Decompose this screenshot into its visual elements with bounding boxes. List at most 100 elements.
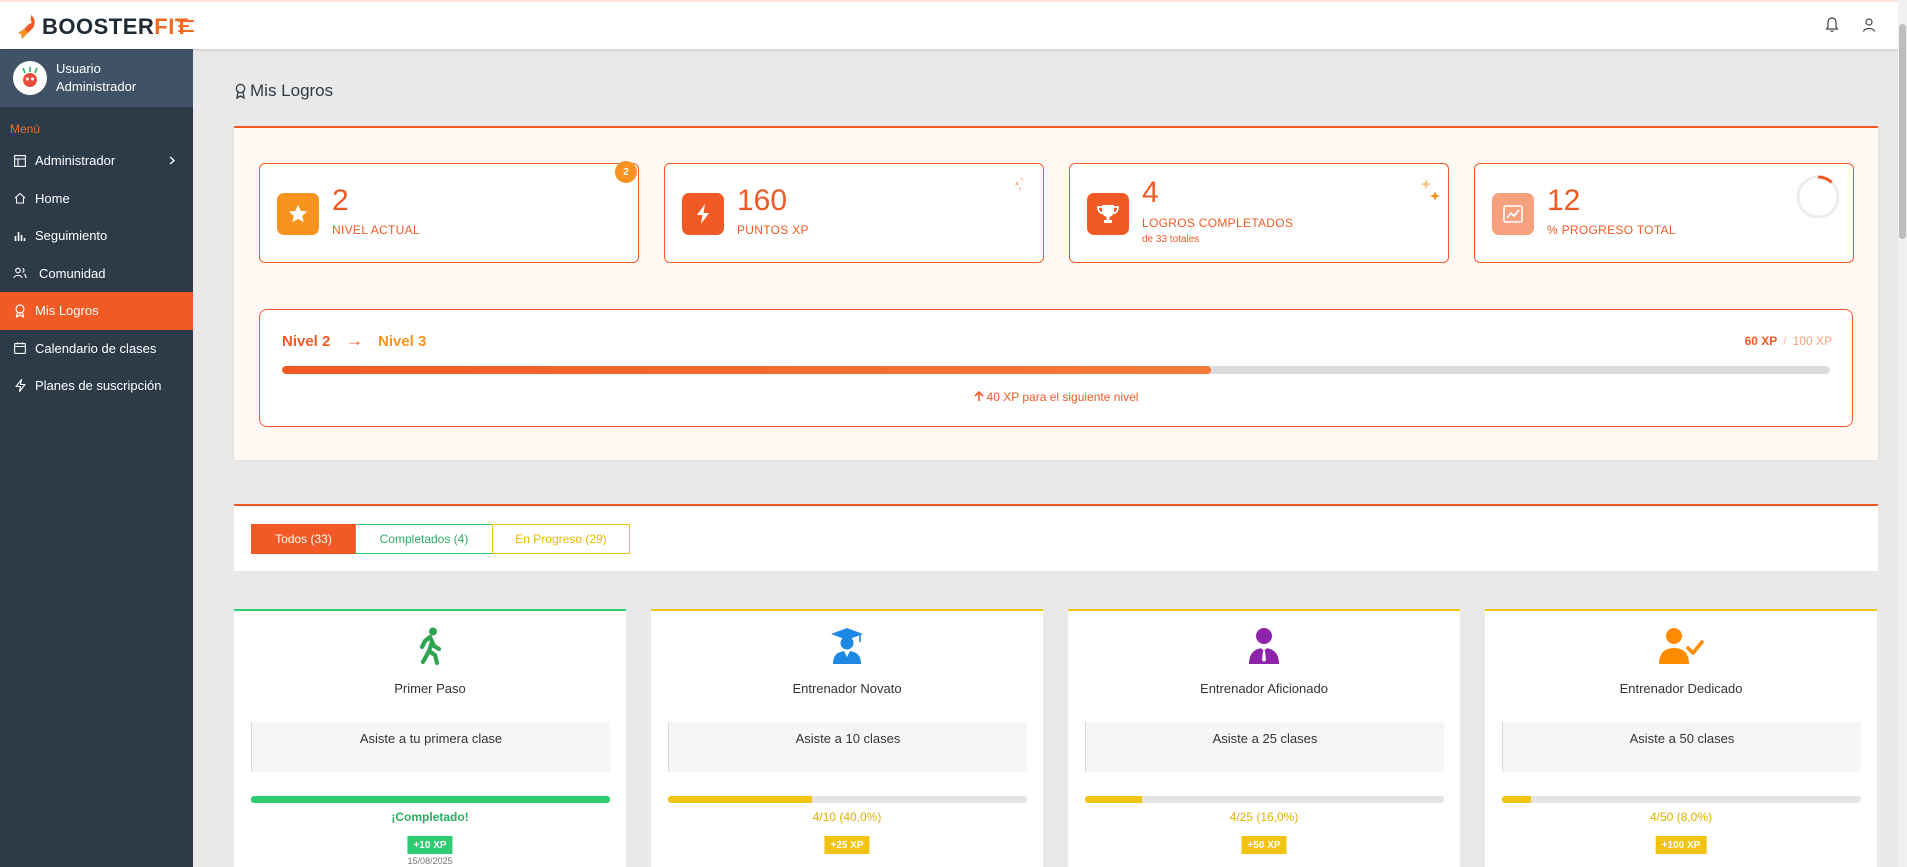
achievement-status: 4/10 (40,0%)	[812, 810, 882, 824]
achievement-progress-bar	[668, 796, 1027, 803]
walking-icon	[234, 627, 626, 665]
xp-separator: /	[1783, 334, 1787, 348]
lightning-icon	[13, 379, 27, 393]
sidebar-item-label: Seguimiento	[35, 228, 108, 244]
achievement-progress-bar	[1502, 796, 1861, 803]
achievement-status: 4/25 (16,0%)	[1229, 810, 1299, 824]
arrow-up-icon	[973, 390, 984, 401]
calendar-icon	[13, 341, 27, 355]
sidebar-item-administrador[interactable]: Administrador	[0, 142, 193, 180]
achievement-description: Asiste a 50 clases	[1502, 722, 1861, 772]
sidebar-item-mis-logros[interactable]: Mis Logros	[0, 292, 193, 330]
stat-value: 160	[737, 184, 788, 217]
progress-ring	[1796, 175, 1840, 219]
achievement-title: Primer Paso	[394, 681, 466, 696]
stat-sub-label: de 33 totales	[1142, 234, 1200, 245]
sidebar-item-label: Planes de suscripción	[35, 378, 162, 394]
next-level: Nivel 3	[378, 333, 427, 350]
level-note-text: 40 XP para el siguiente nivel	[986, 390, 1139, 404]
home-icon	[13, 191, 27, 205]
bell-icon[interactable]	[1825, 17, 1839, 33]
user-profile[interactable]: Usuario Administrador	[0, 49, 193, 107]
achievement-progress-fill	[1085, 796, 1143, 803]
stat-value: 2	[332, 184, 349, 217]
achievement-card[interactable]: Entrenador Aficionado Asiste a 25 clases…	[1068, 609, 1460, 867]
achievement-status: ¡Completado!	[391, 810, 469, 824]
tab-en-progreso[interactable]: En Progreso (29)	[492, 524, 630, 554]
chevron-right-icon	[169, 156, 175, 165]
xp-reward-badge: +25 XP	[824, 836, 870, 854]
stat-value: 4	[1142, 176, 1159, 209]
brand-logo[interactable]: BOOSTERFIT	[16, 12, 189, 42]
user-name-line2: Administrador	[56, 79, 137, 94]
level-badge: 2	[615, 161, 637, 183]
level-note: 40 XP para el siguiente nivel	[260, 390, 1852, 404]
achievement-description: Asiste a 10 clases	[668, 722, 1027, 772]
sidebar-item-comunidad[interactable]: Comunidad	[0, 255, 193, 293]
award-icon	[235, 83, 246, 99]
avatar	[13, 61, 47, 95]
scrollbar-thumb[interactable]	[1899, 24, 1906, 239]
stat-label: % PROGRESO TOTAL	[1547, 223, 1676, 237]
stat-label: PUNTOS XP	[737, 223, 809, 237]
top-bar: BOOSTERFIT	[0, 0, 1907, 49]
stat-card-level: 2 NIVEL ACTUAL 2	[259, 161, 639, 263]
filter-tabs-panel: Todos (33) Completados (4) En Progreso (…	[234, 504, 1878, 571]
sparkle-icon	[1420, 179, 1440, 201]
current-level: Nivel 2	[282, 333, 331, 350]
stat-card-completed: 4 LOGROS COMPLETADOS de 33 totales	[1069, 163, 1449, 263]
user-check-icon	[1485, 627, 1877, 665]
graduate-icon	[651, 627, 1043, 665]
person-tie-icon	[1068, 627, 1460, 665]
lightning-icon	[682, 193, 724, 235]
layout-icon	[13, 154, 27, 168]
achievement-description: Asiste a tu primera clase	[251, 722, 610, 772]
achievement-card[interactable]: Entrenador Dedicado Asiste a 50 clases 4…	[1485, 609, 1877, 867]
stat-label: NIVEL ACTUAL	[332, 223, 420, 237]
menu-toggle-icon[interactable]	[178, 20, 194, 34]
xp-current: 60 XP	[1744, 334, 1778, 348]
sidebar-item-seguimiento[interactable]: Seguimiento	[0, 217, 193, 255]
sidebar: Usuario Administrador Menú Administrador…	[0, 49, 193, 867]
sidebar-item-label: Comunidad	[39, 265, 106, 281]
rocket-icon	[18, 15, 35, 39]
bar-chart-icon	[13, 229, 27, 243]
xp-reward-badge: +100 XP	[1655, 836, 1707, 854]
tab-todos[interactable]: Todos (33)	[251, 524, 356, 554]
achievement-card[interactable]: Primer Paso Asiste a tu primera clase ¡C…	[234, 609, 626, 867]
achievement-card[interactable]: Entrenador Novato Asiste a 10 clases 4/1…	[651, 609, 1043, 867]
sidebar-item-label: Calendario de clases	[35, 340, 157, 356]
sidebar-item-planes[interactable]: Planes de suscripción	[0, 367, 193, 405]
star-icon	[277, 193, 319, 235]
achievement-progress-fill	[1502, 796, 1531, 803]
user-name-line1: Usuario	[56, 61, 101, 76]
achievement-date: 15/08/2025	[407, 856, 453, 866]
brand-name: BOOSTERFIT	[42, 14, 189, 40]
tab-completados[interactable]: Completados (4)	[355, 524, 493, 554]
chart-icon	[1492, 193, 1534, 235]
achievement-title: Entrenador Dedicado	[1619, 681, 1743, 696]
sidebar-item-home[interactable]: Home	[0, 180, 193, 218]
page-scrollbar[interactable]	[1898, 0, 1907, 867]
xp-count: 60 XP / 100 XP	[1745, 334, 1832, 348]
sidebar-item-calendario[interactable]: Calendario de clases	[0, 330, 193, 368]
sidebar-item-label: Mis Logros	[35, 303, 99, 319]
brand-name-part1: BOOSTER	[42, 14, 155, 39]
stats-panel: 2 NIVEL ACTUAL 2 160 PUNTOS XP 4 LOGROS …	[234, 126, 1878, 460]
sparkle-icon	[1015, 177, 1023, 190]
user-name: Usuario Administrador	[56, 60, 136, 96]
achievement-progress-fill	[251, 796, 610, 803]
level-progress-card: Nivel 2 → Nivel 3 60 XP / 100 XP 40 XP par…	[259, 309, 1853, 427]
user-icon[interactable]	[1862, 17, 1876, 33]
stat-card-progress: 12 % PROGRESO TOTAL	[1474, 163, 1854, 263]
level-progress-fill	[282, 366, 1211, 374]
stat-card-xp: 160 PUNTOS XP	[664, 163, 1044, 263]
page-title-text: Mis Logros	[250, 81, 334, 100]
achievement-progress-bar	[1085, 796, 1444, 803]
achievement-status: 4/50 (8,0%)	[1649, 810, 1713, 824]
achievement-progress-fill	[668, 796, 812, 803]
sidebar-item-label: Administrador	[35, 153, 116, 169]
achievement-progress-bar	[251, 796, 610, 803]
stat-value: 12	[1547, 184, 1581, 217]
sidebar-item-label: Home	[35, 190, 70, 206]
